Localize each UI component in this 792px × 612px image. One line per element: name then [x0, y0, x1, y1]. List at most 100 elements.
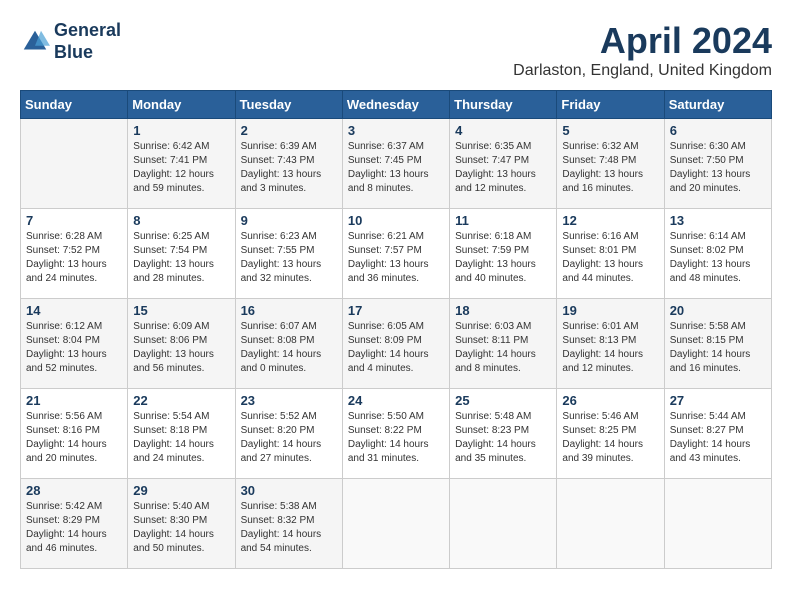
- day-info: Sunrise: 6:25 AMSunset: 7:54 PMDaylight:…: [133, 230, 229, 286]
- day-number: 30: [241, 483, 337, 498]
- calendar-table: SundayMondayTuesdayWednesdayThursdayFrid…: [20, 90, 772, 569]
- logo: General Blue: [20, 20, 121, 63]
- calendar-week-row: 7Sunrise: 6:28 AMSunset: 7:52 PMDaylight…: [21, 209, 772, 299]
- day-number: 15: [133, 303, 229, 318]
- day-number: 18: [455, 303, 551, 318]
- calendar-cell: 12 Sunrise: 6:16 AMSunset: 8:01 PMDayligh…: [557, 209, 664, 299]
- calendar-cell: 27 Sunrise: 5:44 AMSunset: 8:27 PMDayligh…: [664, 389, 771, 479]
- location: Darlaston, England, United Kingdom: [513, 62, 772, 80]
- header-tuesday: Tuesday: [235, 91, 342, 119]
- calendar-cell: [557, 479, 664, 569]
- calendar-cell: 1 Sunrise: 6:42 AMSunset: 7:41 PMDaylight…: [128, 119, 235, 209]
- day-info: Sunrise: 5:58 AMSunset: 8:15 PMDaylight:…: [670, 320, 766, 376]
- day-number: 2: [241, 123, 337, 138]
- day-number: 6: [670, 123, 766, 138]
- calendar-cell: 13Sunrise: 6:14 AMSunset: 8:02 PMDayligh…: [664, 209, 771, 299]
- calendar-cell: 29Sunrise: 5:40 AMSunset: 8:30 PMDayligh…: [128, 479, 235, 569]
- header-friday: Friday: [557, 91, 664, 119]
- header-saturday: Saturday: [664, 91, 771, 119]
- calendar-cell: 5Sunrise: 6:32 AMSunset: 7:48 PMDaylight…: [557, 119, 664, 209]
- calendar-cell: [664, 479, 771, 569]
- day-info: Sunrise: 5:38 AMSunset: 8:32 PMDaylight:…: [241, 500, 337, 556]
- day-number: 29: [133, 483, 229, 498]
- day-info: Sunrise: 5:50 AMSunset: 8:22 PMDaylight:…: [348, 410, 444, 466]
- calendar-cell: [450, 479, 557, 569]
- day-number: 4: [455, 123, 551, 138]
- calendar-cell: 17Sunrise: 6:05 AMSunset: 8:09 PMDayligh…: [342, 299, 449, 389]
- day-info: Sunrise: 5:42 AMSunset: 8:29 PMDaylight:…: [26, 500, 122, 556]
- day-info: Sunrise: 5:44 AMSunset: 8:27 PMDaylight:…: [670, 410, 766, 466]
- calendar-cell: 25Sunrise: 5:48 AMSunset: 8:23 PMDayligh…: [450, 389, 557, 479]
- calendar-week-row: 28 Sunrise: 5:42 AMSunset: 8:29 PMDayligh…: [21, 479, 772, 569]
- calendar-cell: 30 Sunrise: 5:38 AMSunset: 8:32 PMDayligh…: [235, 479, 342, 569]
- calendar-cell: 10Sunrise: 6:21 AMSunset: 7:57 PMDayligh…: [342, 209, 449, 299]
- day-info: Sunrise: 6:09 AMSunset: 8:06 PMDaylight:…: [133, 320, 229, 376]
- day-info: Sunrise: 6:16 AMSunset: 8:01 PMDaylight:…: [562, 230, 658, 286]
- day-info: Sunrise: 5:56 AMSunset: 8:16 PMDaylight:…: [26, 410, 122, 466]
- logo-text: General Blue: [54, 20, 121, 63]
- calendar-cell: 15 Sunrise: 6:09 AMSunset: 8:06 PMDayligh…: [128, 299, 235, 389]
- calendar-cell: 26Sunrise: 5:46 AMSunset: 8:25 PMDayligh…: [557, 389, 664, 479]
- calendar-week-row: 14 Sunrise: 6:12 AMSunset: 8:04 PMDayligh…: [21, 299, 772, 389]
- day-info: Sunrise: 6:18 AMSunset: 7:59 PMDaylight:…: [455, 230, 551, 286]
- day-info: Sunrise: 6:30 AMSunset: 7:50 PMDaylight:…: [670, 140, 766, 196]
- calendar-cell: 18 Sunrise: 6:03 AMSunset: 8:11 PMDayligh…: [450, 299, 557, 389]
- calendar-cell: 7Sunrise: 6:28 AMSunset: 7:52 PMDaylight…: [21, 209, 128, 299]
- logo-icon: [20, 27, 50, 57]
- day-info: Sunrise: 6:01 AMSunset: 8:13 PMDaylight:…: [562, 320, 658, 376]
- day-info: Sunrise: 6:35 AMSunset: 7:47 PMDaylight:…: [455, 140, 551, 196]
- day-number: 12: [562, 213, 658, 228]
- calendar-cell: [21, 119, 128, 209]
- day-info: Sunrise: 5:54 AMSunset: 8:18 PMDaylight:…: [133, 410, 229, 466]
- day-info: Sunrise: 6:07 AMSunset: 8:08 PMDaylight:…: [241, 320, 337, 376]
- header-monday: Monday: [128, 91, 235, 119]
- day-info: Sunrise: 5:46 AMSunset: 8:25 PMDaylight:…: [562, 410, 658, 466]
- day-number: 5: [562, 123, 658, 138]
- day-number: 10: [348, 213, 444, 228]
- day-number: 20: [670, 303, 766, 318]
- calendar-cell: 9Sunrise: 6:23 AMSunset: 7:55 PMDaylight…: [235, 209, 342, 299]
- calendar-cell: 2Sunrise: 6:39 AMSunset: 7:43 PMDaylight…: [235, 119, 342, 209]
- calendar-cell: 16 Sunrise: 6:07 AMSunset: 8:08 PMDayligh…: [235, 299, 342, 389]
- day-info: Sunrise: 6:14 AMSunset: 8:02 PMDaylight:…: [670, 230, 766, 286]
- day-number: 9: [241, 213, 337, 228]
- day-info: Sunrise: 6:03 AMSunset: 8:11 PMDaylight:…: [455, 320, 551, 376]
- calendar-cell: 14 Sunrise: 6:12 AMSunset: 8:04 PMDayligh…: [21, 299, 128, 389]
- day-number: 3: [348, 123, 444, 138]
- day-number: 22: [133, 393, 229, 408]
- page-header: General Blue April 2024 Darlaston, Engla…: [20, 20, 772, 80]
- header-thursday: Thursday: [450, 91, 557, 119]
- day-number: 28: [26, 483, 122, 498]
- day-info: Sunrise: 6:37 AMSunset: 7:45 PMDaylight:…: [348, 140, 444, 196]
- calendar-cell: 6 Sunrise: 6:30 AMSunset: 7:50 PMDaylight…: [664, 119, 771, 209]
- day-number: 25: [455, 393, 551, 408]
- day-number: 14: [26, 303, 122, 318]
- calendar-cell: [342, 479, 449, 569]
- day-number: 1: [133, 123, 229, 138]
- title-section: April 2024 Darlaston, England, United Ki…: [513, 20, 772, 80]
- header-sunday: Sunday: [21, 91, 128, 119]
- calendar-week-row: 1 Sunrise: 6:42 AMSunset: 7:41 PMDaylight…: [21, 119, 772, 209]
- day-info: Sunrise: 6:42 AMSunset: 7:41 PMDaylight:…: [133, 140, 229, 196]
- day-number: 7: [26, 213, 122, 228]
- day-info: Sunrise: 6:12 AMSunset: 8:04 PMDaylight:…: [26, 320, 122, 376]
- calendar-cell: 19 Sunrise: 6:01 AMSunset: 8:13 PMDayligh…: [557, 299, 664, 389]
- day-number: 19: [562, 303, 658, 318]
- calendar-cell: 11 Sunrise: 6:18 AMSunset: 7:59 PMDayligh…: [450, 209, 557, 299]
- month-title: April 2024: [513, 20, 772, 62]
- calendar-cell: 24 Sunrise: 5:50 AMSunset: 8:22 PMDayligh…: [342, 389, 449, 479]
- calendar-cell: 28 Sunrise: 5:42 AMSunset: 8:29 PMDayligh…: [21, 479, 128, 569]
- calendar-cell: 8 Sunrise: 6:25 AMSunset: 7:54 PMDaylight…: [128, 209, 235, 299]
- calendar-week-row: 21Sunrise: 5:56 AMSunset: 8:16 PMDayligh…: [21, 389, 772, 479]
- day-number: 16: [241, 303, 337, 318]
- calendar-cell: 22 Sunrise: 5:54 AMSunset: 8:18 PMDayligh…: [128, 389, 235, 479]
- calendar-cell: 3 Sunrise: 6:37 AMSunset: 7:45 PMDaylight…: [342, 119, 449, 209]
- calendar-cell: 21Sunrise: 5:56 AMSunset: 8:16 PMDayligh…: [21, 389, 128, 479]
- calendar-cell: 23Sunrise: 5:52 AMSunset: 8:20 PMDayligh…: [235, 389, 342, 479]
- header-wednesday: Wednesday: [342, 91, 449, 119]
- day-number: 27: [670, 393, 766, 408]
- day-info: Sunrise: 6:05 AMSunset: 8:09 PMDaylight:…: [348, 320, 444, 376]
- day-number: 24: [348, 393, 444, 408]
- day-number: 8: [133, 213, 229, 228]
- day-number: 11: [455, 213, 551, 228]
